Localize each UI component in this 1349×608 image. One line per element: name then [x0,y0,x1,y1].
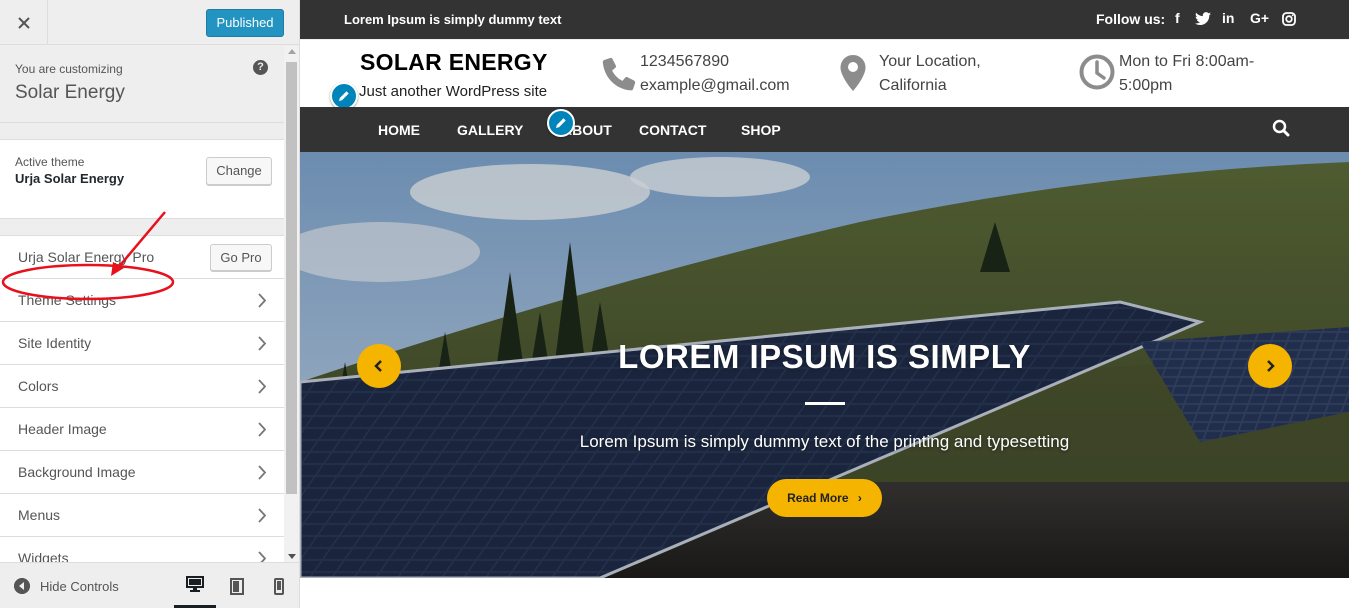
site-preview: Lorem Ipsum is simply dummy text Follow … [300,0,1349,608]
chevron-right-icon [258,379,266,394]
top-bar-tagline: Lorem Ipsum is simply dummy text [344,12,562,27]
pencil-icon [556,118,566,128]
active-theme-section: Active theme Urja Solar Energy Change [0,139,284,219]
panel-theme-settings[interactable]: Theme Settings [0,279,284,322]
email-address: example@gmail.com [640,77,790,94]
contact-info: 1234567890 example@gmail.com [640,50,790,98]
change-theme-button[interactable]: Change [206,157,272,185]
panel-background-image[interactable]: Background Image [0,451,284,494]
location-line-2: California [879,77,947,94]
linkedin-icon[interactable]: in [1222,10,1234,26]
search-icon[interactable] [1272,119,1290,137]
phone-number: 1234567890 [640,53,729,70]
read-more-button[interactable]: Read More › [767,479,882,517]
tablet-icon [230,577,244,595]
google-plus-icon[interactable]: G+ [1250,10,1269,26]
edit-menu-button[interactable] [547,109,575,137]
scroll-up-arrow[interactable] [288,49,296,54]
twitter-icon[interactable] [1195,12,1211,26]
chevron-right-icon [258,551,266,562]
panel-colors[interactable]: Colors [0,365,284,408]
customizing-label: You are customizing [15,62,123,76]
site-header: SOLAR ENERGY Just another WordPress site… [300,39,1349,110]
follow-us-label: Follow us: [1096,11,1166,27]
panel-label: Widgets [18,550,69,562]
slider-divider [805,402,845,405]
pro-item-label: Urja Solar Energy Pro [18,249,155,265]
panel-label: Colors [18,378,59,394]
facebook-icon[interactable]: f [1175,10,1180,26]
customizer-footer: Hide Controls [0,562,299,608]
panel-menus[interactable]: Menus [0,494,284,537]
chevron-right-icon [258,508,266,523]
slider-title: LOREM IPSUM IS SIMPLY [618,338,1031,375]
slider-text: Lorem Ipsum is simply dummy text of the … [579,432,1070,451]
site-title[interactable]: SOLAR ENERGY [360,49,548,76]
instagram-icon[interactable] [1282,12,1296,26]
top-bar: Lorem Ipsum is simply dummy text Follow … [300,0,1349,39]
customizer-header: Published [0,0,299,45]
pro-upsell-item: Urja Solar Energy Pro Go Pro [0,236,284,279]
clock-icon [1079,54,1115,90]
chevron-right-icon [258,422,266,437]
close-icon [17,16,30,29]
location-pin-icon [840,55,866,91]
customizing-info: You are customizing Solar Energy ? [0,46,284,123]
panel-label: Header Image [18,421,107,437]
nav-item-shop[interactable]: SHOP [741,122,781,138]
chevron-right-icon [258,336,266,351]
panel-list: Urja Solar Energy Pro Go Pro Theme Setti… [0,235,284,562]
customizer-panels: You are customizing Solar Energy ? Activ… [0,46,284,562]
preview-tablet-button[interactable] [216,563,258,608]
scroll-down-arrow[interactable] [288,554,296,559]
sidebar-scrollbar[interactable] [284,46,299,562]
nav-item-home[interactable]: HOME [378,122,420,138]
customizer-sidebar: Published You are customizing Solar Ener… [0,0,300,608]
panel-header-image[interactable]: Header Image [0,408,284,451]
chevron-right-icon [258,293,266,308]
preview-mobile-button[interactable] [258,563,299,608]
publish-button[interactable]: Published [206,9,284,37]
panel-widgets[interactable]: Widgets [0,537,284,562]
preview-desktop-button[interactable] [174,563,216,608]
hero-slider: LOREM IPSUM IS SIMPLY Lorem Ipsum is sim… [300,152,1349,578]
panel-label: Menus [18,507,61,523]
close-customizer-button[interactable] [0,0,48,45]
panel-label: Site Identity [18,335,92,351]
chevron-right-icon [258,465,266,480]
collapse-icon [14,578,30,594]
pencil-icon [339,91,349,101]
desktop-icon [186,576,204,592]
hours-info: Mon to Fri 8:00am- 5:00pm [1119,50,1254,98]
location-info: Your Location, California [879,50,981,98]
scrollbar-thumb[interactable] [286,62,297,494]
site-description: Just another WordPress site [359,83,548,100]
nav-item-contact[interactable]: CONTACT [639,122,706,138]
panel-label: Background Image [18,464,136,480]
hide-controls-label: Hide Controls [40,578,119,594]
site-name: Solar Energy [15,82,125,103]
panel-site-identity[interactable]: Site Identity [0,322,284,365]
main-navigation: HOME GALLERY ABOUT CONTACT SHOP [300,107,1349,152]
go-pro-button[interactable]: Go Pro [210,244,272,271]
help-icon[interactable]: ? [253,60,268,75]
hide-controls-button[interactable]: Hide Controls [14,578,119,594]
edit-site-identity-button[interactable] [330,82,358,110]
panel-label: Theme Settings [18,292,117,308]
read-more-label: Read More [787,491,849,505]
read-more-arrow-icon: › [857,491,862,505]
nav-item-gallery[interactable]: GALLERY [457,122,523,138]
hours-line-2: 5:00pm [1119,77,1173,94]
phone-icon [602,57,636,91]
hours-line-1: Mon to Fri 8:00am- [1119,53,1255,70]
mobile-icon [274,577,284,595]
location-line-1: Your Location, [879,53,981,70]
